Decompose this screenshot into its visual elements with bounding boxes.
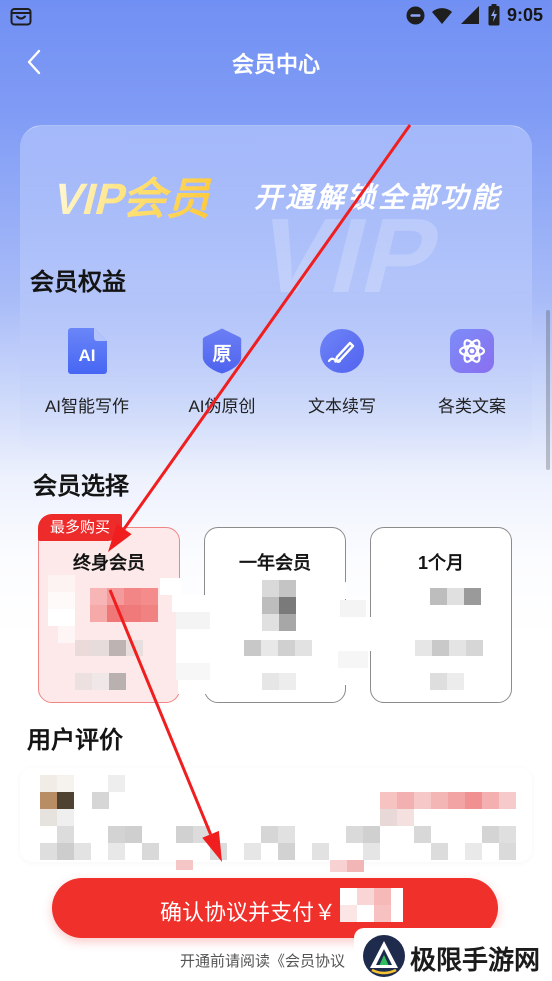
plan-name: 一年会员 <box>239 553 311 573</box>
wifi-icon <box>432 7 452 29</box>
review-card <box>20 768 532 862</box>
benefit-label: 文本续写 <box>308 397 376 416</box>
scrollbar[interactable] <box>546 310 550 470</box>
original-icon-text: 原 <box>212 344 232 365</box>
original-badge-icon: 原 <box>198 326 246 376</box>
agreement-notice: 开通前请阅读《会员协议 <box>180 950 345 971</box>
plan-card-lifetime[interactable]: 终身会员 <box>38 527 180 703</box>
do-not-disturb-icon <box>406 6 425 30</box>
benefits-heading: 会员权益 <box>30 269 126 296</box>
mosaic-block <box>342 617 372 634</box>
pay-button-label: 确认协议并支付￥ <box>160 900 337 925</box>
plans-heading: 会员选择 <box>33 473 129 500</box>
plan-name: 1个月 <box>417 553 464 573</box>
bag-icon <box>10 6 32 31</box>
vip-subtitle: 开通解锁全部功能 <box>252 182 509 213</box>
benefit-item-copywriting: 各类文案 <box>407 326 537 417</box>
plan-card-monthly[interactable]: 1个月 <box>370 527 512 703</box>
signal-icon <box>461 6 479 29</box>
plan-card-yearly[interactable]: 一年会员 <box>204 527 346 703</box>
plan-name: 终身会员 <box>73 553 145 573</box>
page-title: 会员中心 <box>231 52 320 77</box>
ai-document-icon: AI <box>63 326 111 376</box>
benefit-label: AI智能写作 <box>44 397 130 416</box>
best-seller-badge: 最多购买 <box>38 514 122 541</box>
benefit-label: 各类文案 <box>438 397 506 416</box>
vip-title: VIP会员 <box>48 163 223 227</box>
watermark-logo-icon <box>362 934 406 978</box>
benefit-label: AI伪原创 <box>188 397 256 416</box>
vip-center-screen: 9:05 会员中心 VIP VIP会员 开通解锁全部功能 会员权益 AI AI智… <box>0 0 552 981</box>
benefit-item-text-continue: 文本续写 <box>277 326 407 417</box>
notice-text: 开通前请阅读 <box>180 953 271 970</box>
mosaic-block <box>342 634 372 651</box>
watermark-text: 极限手游网 <box>410 946 541 975</box>
battery-charging-icon <box>488 4 500 31</box>
ai-icon-text: AI <box>78 346 96 365</box>
status-time: 9:05 <box>507 5 544 25</box>
reviews-heading: 用户评价 <box>27 727 123 754</box>
pen-circle-icon <box>318 326 366 376</box>
atom-icon <box>448 326 496 376</box>
benefit-item-ai-original: 原 AI伪原创 <box>157 326 287 417</box>
benefit-item-ai-writing: AI AI智能写作 <box>22 326 152 417</box>
member-agreement-link[interactable]: 《会员协议 <box>270 953 345 970</box>
